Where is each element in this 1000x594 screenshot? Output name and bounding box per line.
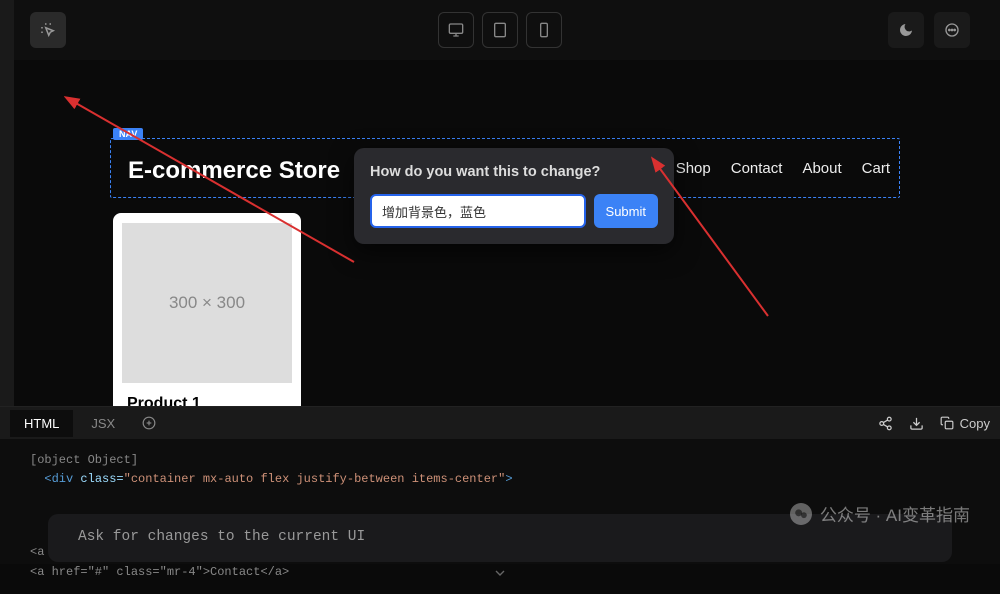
nav-link-shop[interactable]: Shop — [676, 160, 711, 177]
chevron-down-icon — [492, 565, 508, 581]
select-tool-button[interactable] — [30, 12, 66, 48]
product-card: 300 × 300 Product 1 Description of Produ… — [113, 213, 301, 410]
code-panel: HTML JSX Copy [object Object] <div class… — [0, 406, 1000, 564]
download-icon[interactable] — [909, 416, 924, 431]
store-title: E-commerce Store — [128, 157, 340, 185]
desktop-icon — [448, 22, 464, 38]
watermark: 公众号 · AI变革指南 — [790, 501, 970, 526]
preview-area: NAV E-commerce Store e Shop Contact Abou… — [0, 60, 1000, 410]
prompt-title: How do you want this to change? — [370, 164, 658, 180]
tablet-view-button[interactable] — [482, 12, 518, 48]
share-icon[interactable] — [878, 416, 893, 431]
tab-jsx[interactable]: JSX — [77, 410, 129, 437]
code-line: [object Object] — [30, 451, 970, 470]
moon-icon — [898, 22, 914, 38]
copy-icon — [940, 416, 954, 430]
nav-link-about[interactable]: About — [802, 160, 841, 177]
watermark-text: 公众号 · AI变革指南 — [820, 501, 970, 526]
tablet-icon — [492, 22, 508, 38]
code-line: <div class="container mx-auto flex justi… — [30, 470, 970, 489]
chat-icon — [944, 22, 960, 38]
code-tabs-bar: HTML JSX Copy — [0, 407, 1000, 439]
plus-circle-icon — [142, 416, 156, 430]
cursor-click-icon — [39, 21, 57, 39]
tab-html[interactable]: HTML — [10, 410, 73, 437]
wechat-icon — [790, 503, 812, 525]
submit-button[interactable]: Submit — [594, 194, 658, 228]
nav-links: e Shop Contact About Cart — [647, 160, 890, 177]
nav-link-contact[interactable]: Contact — [731, 160, 783, 177]
nav-link-cart[interactable]: Cart — [862, 160, 890, 177]
expand-chevron[interactable] — [492, 565, 508, 588]
add-tab-button[interactable] — [139, 413, 159, 433]
copy-button[interactable]: Copy — [940, 416, 990, 431]
chat-button[interactable] — [934, 12, 970, 48]
product-image-placeholder: 300 × 300 — [122, 223, 292, 383]
mobile-view-button[interactable] — [526, 12, 562, 48]
top-bar — [0, 0, 1000, 60]
mobile-icon — [536, 22, 552, 38]
prompt-popup: How do you want this to change? Submit — [354, 148, 674, 244]
chat-placeholder: Ask for changes to the current UI — [78, 526, 365, 549]
copy-label: Copy — [960, 416, 990, 431]
prompt-input[interactable] — [370, 194, 586, 228]
theme-toggle-button[interactable] — [888, 12, 924, 48]
desktop-view-button[interactable] — [438, 12, 474, 48]
